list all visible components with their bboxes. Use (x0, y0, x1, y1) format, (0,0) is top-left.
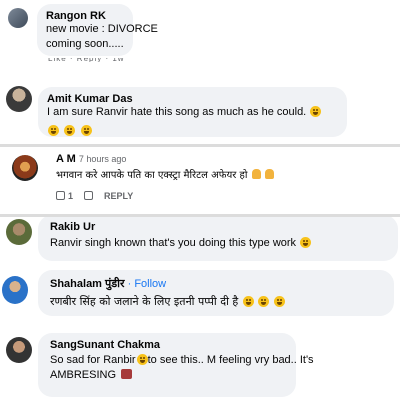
folded-hands-emoji-icon (251, 169, 261, 179)
comment-text-content: I am sure Ranvir hate this song as much … (47, 106, 307, 118)
avatar[interactable] (12, 155, 38, 181)
comment-text-content: AMBRESING (50, 369, 117, 381)
comment-body: A M 7 hours ago भगवान करे आपके पति का एक… (56, 153, 274, 201)
comment-author[interactable]: SangSunant Chakma (50, 339, 284, 351)
laughing-emoji-icon (64, 125, 76, 136)
avatar[interactable] (6, 86, 32, 112)
comment-author[interactable]: A M (56, 153, 76, 165)
avatar[interactable] (6, 337, 32, 363)
comment-author[interactable]: Shahalam पुंडीर (50, 278, 125, 290)
comment-header: Shahalam पुंडीर · Follow (50, 278, 167, 290)
clipped-actions: Like · Reply · 1w (48, 58, 138, 62)
comment-actions: 1 REPLY (56, 191, 274, 201)
comment-text-content: to see this.. M feeling vry bad.. It's (147, 354, 314, 366)
comment-header: A M 7 hours ago (56, 153, 274, 165)
comment-text-content: भगवान करे आपके पति का एक्स्ट्रा मैरिटल अ… (56, 170, 248, 181)
laughing-emoji-icon (310, 106, 322, 117)
comment-time[interactable]: 7 hours ago (79, 154, 127, 164)
comment-1: Rangon RK new movie : DIVORCE coming soo… (0, 0, 400, 62)
like-button[interactable]: 1 (56, 191, 76, 201)
like-count: 1 (68, 191, 74, 201)
comment-bubble: Rangon RK new movie : DIVORCE coming soo… (37, 4, 158, 56)
gift-emoji-icon (121, 369, 133, 379)
comment-5: Shahalam पुंडीर · Follow रणबीर सिंह को ज… (0, 270, 400, 318)
comment-text-line: So sad for Ranbir to see this.. M feeling… (50, 353, 314, 368)
sad-emoji-icon (136, 354, 148, 365)
comment-bubble: Amit Kumar Das I am sure Ranvir hate thi… (38, 87, 347, 137)
avatar[interactable] (2, 276, 28, 304)
reply-button[interactable]: REPLY (104, 191, 133, 201)
follow-link[interactable]: Follow (134, 278, 166, 290)
laughing-emoji-icon (273, 296, 285, 307)
laughing-emoji-icon (242, 296, 254, 307)
comment-text-content: Ranvir singh known that's you doing this… (50, 237, 297, 249)
comment-text: रणबीर सिंह को जलाने के लिए इतनी पप्पी दी… (50, 294, 382, 309)
laughing-emoji-icon (80, 125, 92, 136)
comment-text-line: AMBRESING (50, 368, 284, 383)
comment-text-content: रणबीर सिंह को जलाने के लिए इतनी पप्पी दी… (50, 295, 239, 308)
comment-bubble: Shahalam पुंडीर · Follow रणबीर सिंह को ज… (38, 270, 394, 316)
comment-author[interactable]: Rangon RK (46, 10, 124, 22)
comment-3: A M 7 hours ago भगवान करे आपके पति का एक… (0, 147, 400, 215)
comment-text: I am sure Ranvir hate this song as much … (47, 105, 338, 120)
thumbs-down-icon[interactable] (83, 191, 93, 200)
laughing-emoji-icon (258, 296, 270, 307)
comment-author[interactable]: Rakib Ur (50, 221, 386, 233)
comment-text: भगवान करे आपके पति का एक्स्ट्रा मैरिटल अ… (56, 168, 274, 183)
avatar[interactable] (8, 8, 28, 28)
laughing-emoji-icon (48, 125, 59, 136)
comment-bubble: Rakib Ur Ranvir singh known that's you d… (38, 217, 398, 261)
comment-author[interactable]: Amit Kumar Das (47, 93, 338, 105)
comment-text-line: new movie : DIVORCE (46, 23, 158, 35)
comment-4: Rakib Ur Ranvir singh known that's you d… (0, 217, 400, 265)
grinning-emoji-icon (300, 237, 312, 248)
folded-hands-emoji-icon (264, 169, 274, 179)
comment-2: Amit Kumar Das I am sure Ranvir hate thi… (0, 76, 400, 144)
avatar[interactable] (6, 219, 32, 245)
comment-text: Ranvir singh known that's you doing this… (50, 236, 386, 251)
thumbs-up-icon (56, 191, 65, 200)
emoji-row (47, 121, 338, 139)
comment-text-content: So sad for Ranbir (50, 354, 136, 366)
comment-6: SangSunant Chakma So sad for Ranbir to se… (0, 327, 400, 400)
comment-bubble: SangSunant Chakma So sad for Ranbir to se… (38, 333, 314, 397)
comment-text-line: coming soon..... (46, 38, 124, 50)
